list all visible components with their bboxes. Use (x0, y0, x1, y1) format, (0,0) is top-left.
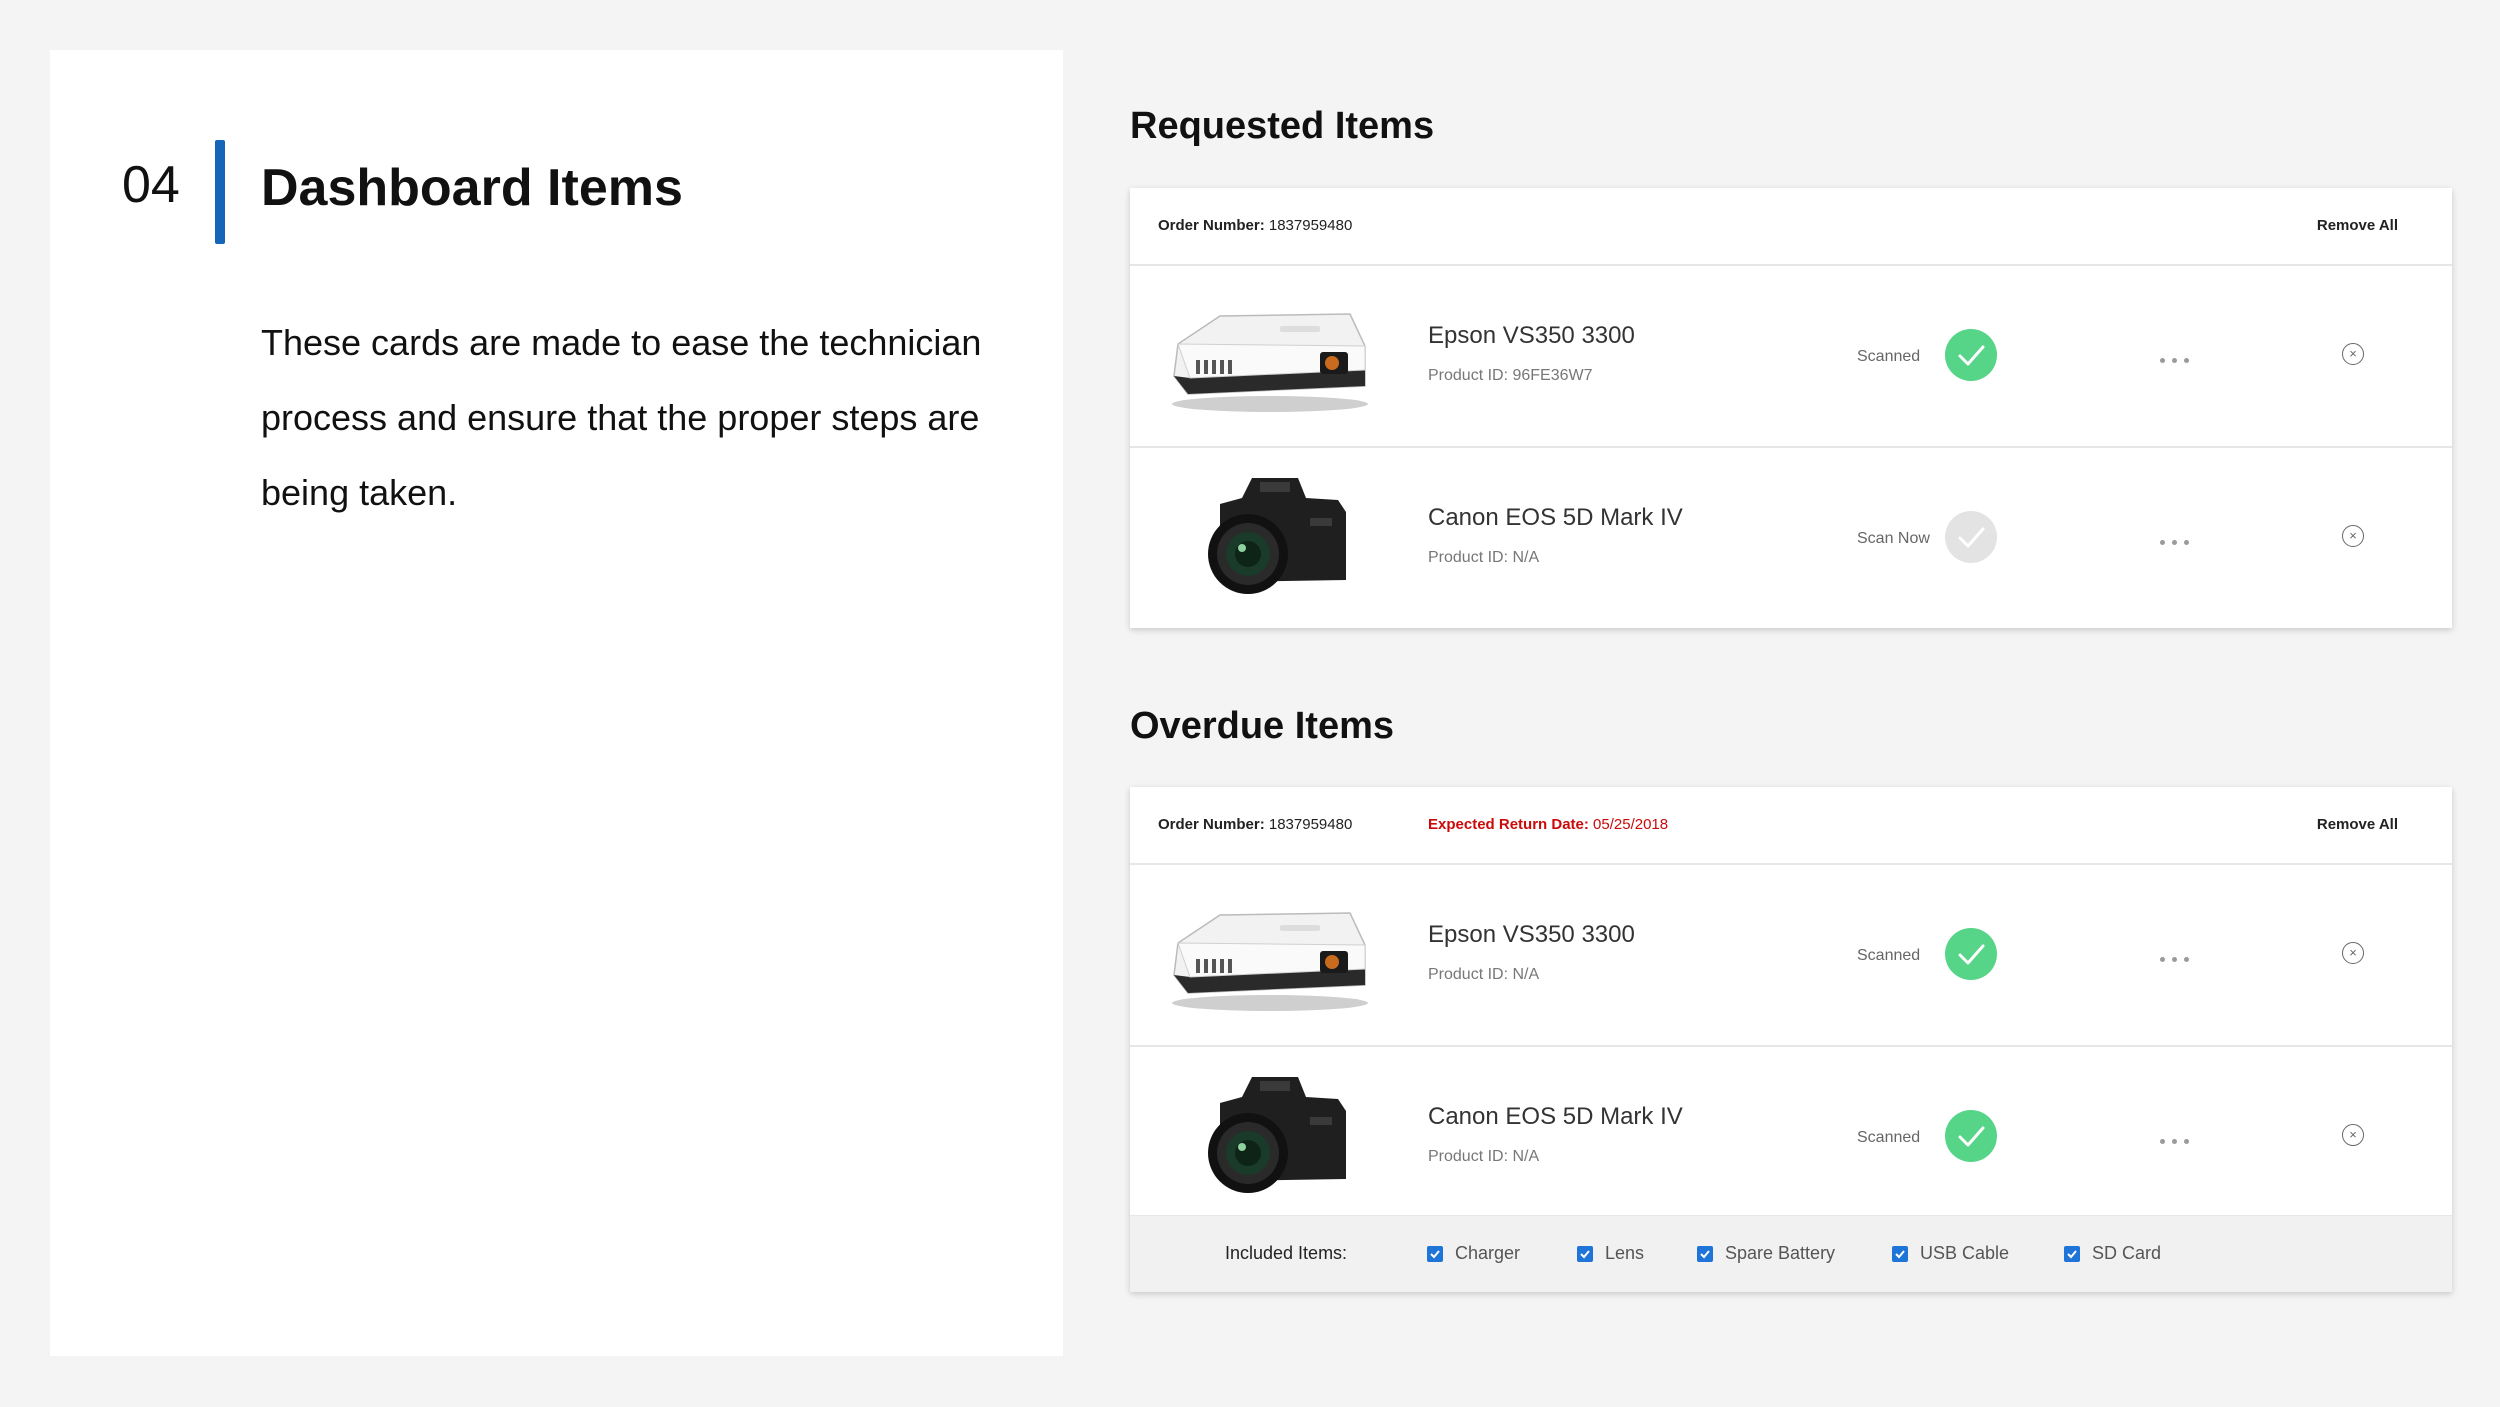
card-header: Order Number: 1837959480 Remove All (1130, 188, 2452, 266)
included-item-label: USB Cable (1920, 1243, 2010, 1263)
projector-image (1160, 885, 1380, 1025)
order-number-value: 1837959480 (1268, 816, 1353, 833)
item-name: Canon EOS 5D Mark IV (1428, 1103, 1683, 1130)
order-number-label: Order Number: (1158, 217, 1265, 234)
more-dots-icon[interactable] (2160, 532, 2200, 545)
checkbox-checked-icon[interactable] (1427, 1245, 1443, 1262)
included-item-label: Spare Battery (1725, 1243, 1836, 1263)
check-circle-icon[interactable] (1945, 928, 1997, 980)
status-text: Scanned (1857, 348, 1921, 365)
included-item-sd-card[interactable]: SD Card (2064, 1243, 2161, 1264)
close-circle-icon[interactable]: × (2342, 343, 2364, 365)
product-id: Product ID: N/A (1428, 549, 1540, 566)
more-dots-icon[interactable] (2160, 350, 2200, 363)
camera-image (1160, 1067, 1380, 1207)
product-id: Product ID: 96FE36W7 (1428, 367, 1593, 384)
item-name: Canon EOS 5D Mark IV (1428, 504, 1683, 531)
projector-image (1160, 286, 1380, 426)
checkbox-checked-icon[interactable] (1697, 1245, 1713, 1262)
included-item-charger[interactable]: Charger (1427, 1243, 1520, 1264)
included-item-spare-battery[interactable]: Spare Battery (1697, 1243, 1835, 1264)
more-dots-icon[interactable] (2160, 1131, 2200, 1144)
included-items-bar: Included Items: Charger Lens Spare Batte… (1130, 1215, 2452, 1292)
remove-all-button[interactable]: Remove All (2317, 217, 2398, 234)
order-number-value: 1837959480 (1268, 217, 1353, 234)
return-date-label: Expected Return Date: (1428, 816, 1589, 833)
requested-heading: Requested Items (1130, 105, 1435, 147)
status-text: Scanned (1857, 947, 1921, 964)
overdue-card: Order Number: 1837959480 Expected Return… (1130, 787, 2452, 1292)
section-description: These cards are made to ease the technic… (261, 322, 982, 513)
included-items-label: Included Items: (1225, 1243, 1348, 1263)
included-item-usb-cable[interactable]: USB Cable (1892, 1243, 2009, 1264)
remove-all-button[interactable]: Remove All (2317, 816, 2398, 833)
order-number: Order Number: 1837959480 (1158, 816, 1352, 833)
expected-return-date: Expected Return Date: 05/25/2018 (1428, 816, 1668, 833)
return-date-value: 05/25/2018 (1593, 816, 1669, 833)
item-name: Epson VS350 3300 (1428, 921, 1635, 948)
close-circle-icon[interactable]: × (2342, 525, 2364, 547)
section-title: Dashboard Items (261, 159, 683, 217)
included-item-lens[interactable]: Lens (1577, 1243, 1644, 1264)
included-item-label: Lens (1605, 1243, 1645, 1263)
check-circle-icon[interactable] (1945, 511, 1997, 563)
included-item-label: SD Card (2092, 1243, 2162, 1263)
card-header: Order Number: 1837959480 Expected Return… (1130, 787, 2452, 865)
close-circle-icon[interactable]: × (2342, 1124, 2364, 1146)
item-row: Epson VS350 3300 Product ID: 96FE36W7 Sc… (1130, 266, 2452, 448)
check-circle-icon[interactable] (1945, 329, 1997, 381)
camera-image (1160, 468, 1380, 608)
product-id: Product ID: N/A (1428, 1148, 1540, 1165)
intro-panel: 04 Dashboard Items These cards are made … (50, 50, 1063, 1356)
status-text: Scanned (1857, 1129, 1921, 1146)
product-id: Product ID: N/A (1428, 966, 1540, 983)
close-circle-icon[interactable]: × (2342, 942, 2364, 964)
checkbox-checked-icon[interactable] (2064, 1245, 2080, 1262)
item-row: Canon EOS 5D Mark IV Product ID: N/A Sca… (1130, 1047, 2452, 1215)
section-number: 04 (122, 156, 180, 214)
order-number: Order Number: 1837959480 (1158, 217, 1352, 234)
included-item-label: Charger (1455, 1243, 1521, 1263)
requested-card: Order Number: 1837959480 Remove All Epso… (1130, 188, 2452, 628)
order-number-label: Order Number: (1158, 816, 1265, 833)
item-name: Epson VS350 3300 (1428, 322, 1635, 349)
item-row: Epson VS350 3300 Product ID: N/A Scanned… (1130, 865, 2452, 1047)
checkbox-checked-icon[interactable] (1577, 1245, 1593, 1262)
status-text: Scan Now (1857, 530, 1930, 547)
check-circle-icon[interactable] (1945, 1110, 1997, 1162)
accent-bar (215, 140, 225, 244)
item-row: Canon EOS 5D Mark IV Product ID: N/A Sca… (1130, 448, 2452, 628)
more-dots-icon[interactable] (2160, 949, 2200, 962)
checkbox-checked-icon[interactable] (1892, 1245, 1908, 1262)
overdue-heading: Overdue Items (1130, 705, 1394, 747)
